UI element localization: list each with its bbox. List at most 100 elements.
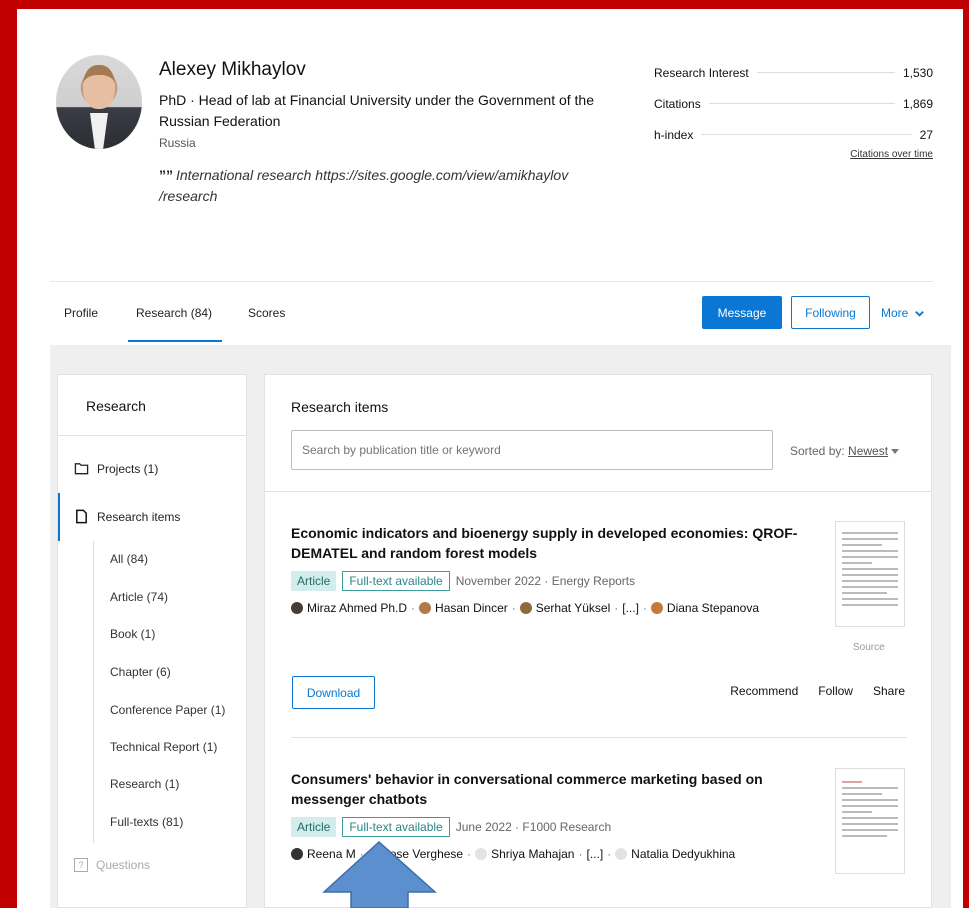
item-meta: Article Full-text available November 202… — [291, 571, 907, 591]
quote-icon: ”” — [159, 167, 173, 183]
sidebar-divider — [58, 435, 246, 436]
folder-icon — [74, 463, 89, 475]
sidebar-active-indicator — [58, 493, 60, 541]
item-thumbnail[interactable] — [835, 521, 905, 627]
follow-button[interactable]: Follow — [818, 684, 853, 698]
stat-citations[interactable]: Citations 1,869 — [654, 88, 933, 119]
tab-research[interactable]: Research (84) — [136, 306, 212, 320]
author-avatar[interactable] — [475, 848, 488, 860]
sidebar-item-label: Research items — [97, 509, 181, 524]
author-name[interactable]: Hasan Dincer — [435, 601, 508, 615]
author-name[interactable]: Serhat Yüksel — [536, 601, 611, 615]
stat-value: 1,530 — [902, 65, 933, 80]
share-button[interactable]: Share — [873, 684, 905, 698]
stat-divider — [756, 72, 895, 73]
item-divider — [291, 737, 907, 738]
item-date-journal: June 2022 · F1000 Research — [455, 820, 612, 834]
avatar-face — [83, 65, 115, 109]
stat-h-index[interactable]: h-index 27 — [654, 119, 933, 150]
sidebar-sub-technical-report[interactable]: Technical Report (1) — [110, 740, 217, 754]
frame-left-border — [0, 0, 17, 908]
citations-over-time-link[interactable]: Citations over time — [850, 149, 933, 160]
sidebar-sub-research[interactable]: Research (1) — [110, 777, 179, 791]
arrow-up-icon — [322, 840, 437, 908]
item-title[interactable]: Consumers' behavior in conversational co… — [291, 769, 821, 809]
sidebar-title: Research — [86, 398, 146, 414]
tab-active-indicator — [128, 340, 222, 342]
sort-dropdown[interactable]: Sorted by: Newest — [790, 444, 900, 458]
avatar[interactable] — [56, 55, 142, 149]
fulltext-badge[interactable]: Full-text available — [342, 571, 450, 591]
tab-profile[interactable]: Profile — [64, 306, 98, 320]
author-ellipsis[interactable]: [...] — [622, 601, 639, 615]
frame-right-border — [963, 0, 969, 908]
author-avatar[interactable] — [650, 602, 663, 614]
research-sidebar: Research Projects (1) Research items All… — [57, 374, 247, 908]
following-button[interactable]: Following — [791, 296, 870, 329]
sort-label: Sorted by: — [790, 444, 845, 458]
sidebar-item-projects[interactable]: Projects (1) — [74, 461, 158, 476]
download-button[interactable]: Download — [292, 676, 375, 709]
sort-value: Newest — [848, 444, 889, 458]
research-items-title: Research items — [291, 399, 389, 415]
document-icon — [76, 509, 87, 524]
author-avatar[interactable] — [291, 602, 303, 614]
sidebar-sub-full-texts[interactable]: Full-texts (81) — [110, 815, 183, 829]
search-input[interactable] — [291, 430, 773, 470]
stat-value: 1,869 — [902, 96, 933, 111]
author-ellipsis[interactable]: [...] — [586, 847, 603, 861]
message-button[interactable]: Message — [702, 296, 782, 329]
profile-quote: ”” International research https://sites.g… — [159, 165, 599, 207]
profile-position: PhD · Head of lab at Financial Universit… — [159, 92, 594, 129]
author-avatar[interactable] — [419, 602, 432, 614]
author-avatar[interactable] — [615, 848, 628, 860]
stat-label: Research Interest — [654, 65, 749, 80]
stat-label: Citations — [654, 96, 701, 111]
author-name[interactable]: Natalia Dedyukhina — [631, 847, 735, 861]
research-item: Economic indicators and bioenergy supply… — [291, 523, 907, 615]
avatar-shirt — [90, 113, 108, 149]
research-items-panel: Research items Sorted by: Newest Economi… — [264, 374, 932, 908]
fulltext-badge[interactable]: Full-text available — [342, 817, 450, 837]
sidebar-sub-chapter[interactable]: Chapter (6) — [110, 665, 171, 679]
sidebar-sub-book[interactable]: Book (1) — [110, 627, 155, 641]
sidebar-sub-conference-paper[interactable]: Conference Paper (1) — [110, 703, 225, 717]
stat-divider — [701, 134, 912, 135]
stat-research-interest[interactable]: Research Interest 1,530 — [654, 57, 933, 88]
sidebar-sub-all[interactable]: All (84) — [110, 552, 148, 566]
chevron-down-icon — [915, 310, 925, 317]
sidebar-item-label: Projects (1) — [97, 461, 159, 476]
sidebar-tree-line — [93, 541, 94, 843]
item-thumbnail[interactable] — [835, 768, 905, 874]
type-badge: Article — [291, 571, 337, 591]
quote-text: International research https://sites.goo… — [159, 167, 569, 204]
author-list: Miraz Ahmed Ph.D · Hasan Dincer · Serhat Y… — [291, 601, 907, 615]
profile-name[interactable]: Alexey Mikhaylov — [159, 59, 306, 81]
recommend-button[interactable]: Recommend — [730, 684, 798, 698]
stat-value: 27 — [919, 127, 933, 142]
item-title[interactable]: Economic indicators and bioenergy supply… — [291, 523, 821, 563]
sidebar-item-label: Questions — [96, 858, 151, 872]
sidebar-item-research-items[interactable]: Research items — [74, 509, 180, 524]
panel-divider — [265, 491, 931, 492]
item-actions: Recommend Follow Share — [730, 684, 905, 698]
stat-label: h-index — [654, 127, 694, 142]
frame-top-border — [0, 0, 969, 9]
author-name[interactable]: Diana Stepanova — [667, 601, 759, 615]
sidebar-item-questions[interactable]: ? Questions — [74, 858, 150, 872]
sidebar-sub-article[interactable]: Article (74) — [110, 590, 168, 604]
item-meta: Article Full-text available June 2022 · … — [291, 817, 907, 837]
author-name[interactable]: Miraz Ahmed Ph.D — [307, 601, 407, 615]
author-name[interactable]: Shriya Mahajan — [491, 847, 574, 861]
more-button[interactable]: More — [881, 306, 925, 320]
question-icon: ? — [74, 858, 88, 872]
caret-down-icon — [891, 449, 900, 455]
type-badge: Article — [291, 817, 337, 837]
tab-scores[interactable]: Scores — [248, 306, 285, 320]
stats-panel: Research Interest 1,530 Citations 1,869 … — [654, 57, 933, 150]
header-divider — [50, 281, 933, 282]
stat-divider — [708, 103, 895, 104]
author-avatar[interactable] — [291, 848, 303, 860]
author-avatar[interactable] — [519, 602, 532, 614]
source-label: Source — [853, 642, 885, 653]
